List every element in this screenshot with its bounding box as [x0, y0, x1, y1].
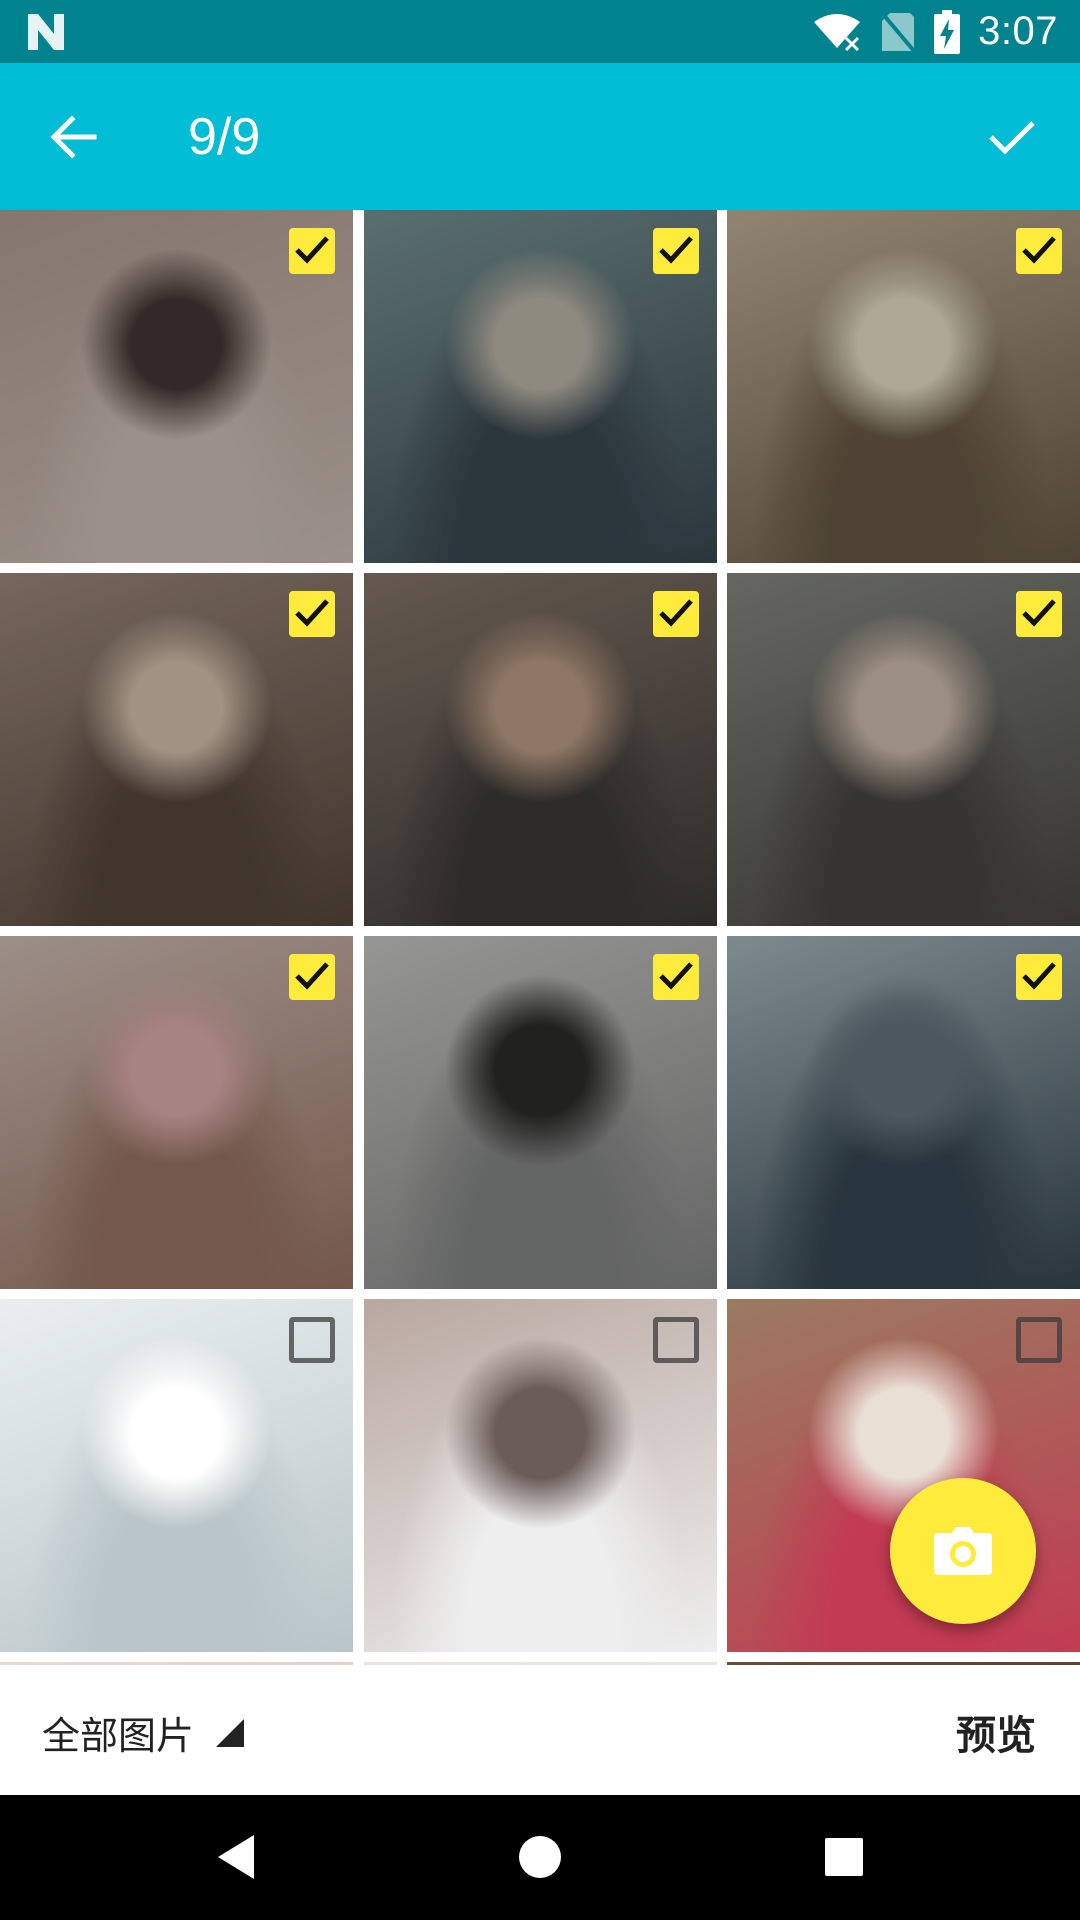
photo-tile[interactable]	[727, 573, 1080, 926]
selection-count-title: 9/9	[188, 108, 261, 166]
photo-tile[interactable]	[364, 210, 717, 563]
camera-icon	[934, 1527, 992, 1575]
preview-button[interactable]: 预览	[956, 1703, 1036, 1761]
checkbox-checked-icon[interactable]	[653, 591, 699, 637]
android-n-logo-icon	[28, 14, 64, 50]
checkbox-checked-icon[interactable]	[653, 228, 699, 274]
photo-tile[interactable]	[727, 936, 1080, 1289]
done-button[interactable]	[974, 99, 1050, 175]
photo-tile[interactable]	[727, 1299, 1080, 1652]
checkbox-empty-icon[interactable]	[653, 1317, 699, 1363]
bottom-bar: 全部图片 预览	[0, 1665, 1080, 1795]
camera-button[interactable]	[890, 1478, 1036, 1624]
status-bar: 3:07	[0, 0, 1080, 63]
status-time: 3:07	[978, 9, 1058, 53]
nav-back-button[interactable]	[196, 1817, 276, 1897]
battery-charging-icon	[934, 9, 961, 54]
nav-recents-button[interactable]	[804, 1817, 884, 1897]
checkmark-icon	[989, 121, 1035, 155]
photo-tile[interactable]	[364, 1299, 717, 1652]
photo-tile[interactable]	[0, 573, 353, 926]
home-circle-icon	[519, 1836, 561, 1878]
photo-tile[interactable]	[727, 210, 1080, 563]
checkbox-checked-icon[interactable]	[289, 954, 335, 1000]
back-button[interactable]	[38, 101, 110, 173]
checkbox-checked-icon[interactable]	[1016, 954, 1062, 1000]
app-bar: 9/9	[0, 63, 1080, 210]
photo-tile[interactable]	[364, 936, 717, 1289]
photo-tile[interactable]	[0, 210, 353, 563]
arrow-left-icon	[50, 115, 97, 159]
photo-tile[interactable]	[0, 1299, 353, 1652]
checkbox-checked-icon[interactable]	[289, 228, 335, 274]
folder-label: 全部图片	[42, 1714, 195, 1758]
photo-tile[interactable]	[364, 573, 717, 926]
photo-tile[interactable]	[0, 936, 353, 1289]
recents-square-icon	[825, 1838, 863, 1876]
navigation-bar	[0, 1795, 1080, 1920]
back-triangle-icon	[218, 1835, 254, 1879]
folder-selector[interactable]: 全部图片	[42, 1705, 245, 1760]
checkbox-checked-icon[interactable]	[289, 591, 335, 637]
dropdown-triangle-icon	[216, 1718, 245, 1747]
checkbox-empty-icon[interactable]	[1016, 1317, 1062, 1363]
photo-grid	[0, 210, 1080, 1665]
no-sim-icon	[880, 11, 916, 52]
checkbox-checked-icon[interactable]	[1016, 228, 1062, 274]
checkbox-checked-icon[interactable]	[653, 954, 699, 1000]
checkbox-checked-icon[interactable]	[1016, 591, 1062, 637]
wifi-off-icon	[814, 13, 861, 52]
checkbox-empty-icon[interactable]	[289, 1317, 335, 1363]
nav-home-button[interactable]	[500, 1817, 580, 1897]
status-icons: 3:07	[812, 0, 1058, 63]
